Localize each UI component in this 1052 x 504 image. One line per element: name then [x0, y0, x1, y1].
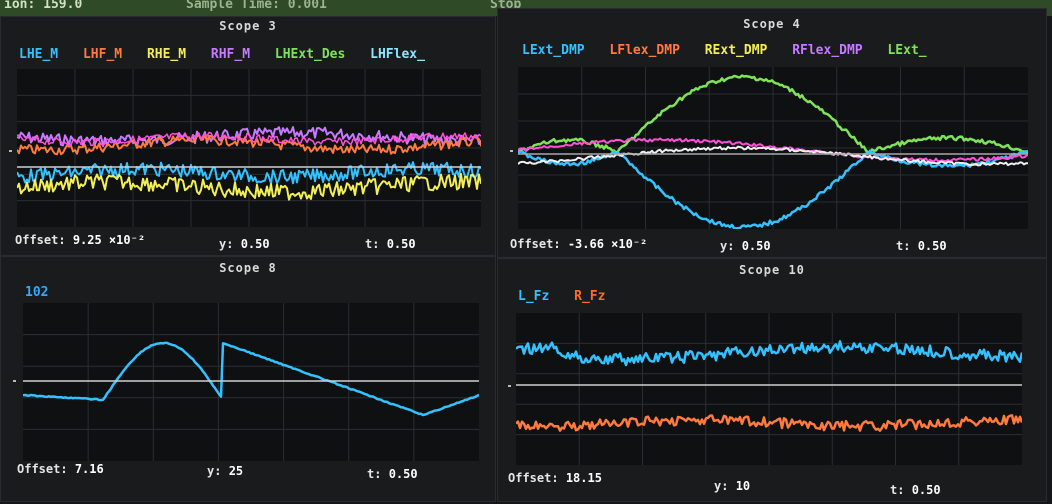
scope-legend: 102 [25, 285, 65, 300]
zero-marker [510, 150, 513, 152]
offset-value: 7.16 [74, 462, 104, 476]
scope-8-panel: Scope 8 102 Offset: 7.16 y: 25 t: 0.50 [0, 256, 496, 502]
scope-legend: L_Fz R_Fz [518, 289, 622, 304]
scope-plot-area[interactable] [17, 69, 481, 227]
y-value: 0.50 [741, 239, 771, 253]
legend-entry: L_Fz [518, 289, 550, 304]
scope-title: Scope 4 [743, 17, 801, 31]
legend-entry: LExt_ [887, 43, 927, 58]
y-readout: y: 10 [714, 479, 751, 493]
legend-entry: RExt_DMP [704, 43, 768, 58]
y-value: 10 [735, 479, 751, 493]
offset-value: 18.15 [565, 471, 602, 485]
t-readout: t: 0.50 [890, 483, 941, 497]
offset-value: 9.25 ×10⁻² [72, 233, 146, 247]
scope-title: Scope 10 [739, 263, 805, 277]
status-left-text: ion: 159.0 [4, 0, 83, 12]
y-readout: y: 0.50 [219, 237, 270, 251]
scope-4-panel: Scope 4 LExt_DMP LFlex_DMP RExt_DMP RFle… [497, 8, 1047, 258]
status-sample-time: Sample Time: 0.001 [186, 0, 327, 12]
y-readout: y: 0.50 [720, 239, 771, 253]
scope-plot-area[interactable] [518, 67, 1028, 229]
scope-10-panel: Scope 10 L_Fz R_Fz Offset: 18.15 y: 10 t… [497, 258, 1047, 502]
legend-entry: LHExt_Des [274, 47, 346, 62]
scope-title: Scope 8 [219, 261, 277, 275]
t-readout: t: 0.50 [365, 237, 416, 251]
scope-3-panel: Scope 3 LHE_M LHF_M RHE_M RHF_M LHExt_De… [0, 16, 496, 256]
t-value: 0.50 [386, 237, 416, 251]
legend-entry: LHE_M [19, 47, 59, 62]
offset-readout: Offset: -3.66 ×10⁻² [510, 237, 648, 251]
offset-readout: Offset: 18.15 [508, 471, 602, 485]
t-value: 0.50 [911, 483, 941, 497]
offset-readout: Offset: 7.16 [17, 462, 104, 476]
legend-entry: LExt_DMP [522, 43, 585, 58]
legend-entry: RFlex_DMP [792, 43, 863, 58]
scope-legend: LExt_DMP LFlex_DMP RExt_DMP RFlex_DMP LE… [522, 43, 944, 58]
legend-entry: RHE_M [146, 47, 187, 62]
offset-value: -3.66 ×10⁻² [567, 237, 648, 251]
legend-entry: RHF_M [210, 47, 251, 62]
zero-marker [13, 380, 16, 382]
scope-3-traces [17, 69, 481, 227]
y-value: 0.50 [240, 237, 270, 251]
legend-entry: LHF_M [82, 47, 123, 62]
legend-entry: LHFlex_ [370, 47, 425, 62]
scope-10-traces [516, 313, 1022, 465]
legend-entry: R_Fz [574, 289, 606, 304]
zero-marker [508, 385, 511, 387]
legend-entry: LFlex_DMP [609, 43, 680, 58]
legend-entry: 102 [25, 285, 49, 300]
t-readout: t: 0.50 [367, 467, 418, 481]
scope-title: Scope 3 [219, 19, 277, 33]
scope-legend: LHE_M LHF_M RHE_M RHF_M LHExt_Des LHFlex… [19, 47, 442, 62]
scope-plot-area[interactable] [516, 313, 1022, 465]
t-readout: t: 0.50 [896, 239, 947, 253]
scope-8-traces [23, 303, 479, 461]
scope-plot-area[interactable] [23, 303, 479, 461]
t-value: 0.50 [917, 239, 947, 253]
t-value: 0.50 [388, 467, 418, 481]
y-readout: y: 25 [207, 464, 244, 478]
zero-marker [9, 150, 12, 152]
y-value: 25 [228, 464, 244, 478]
trace-102 [23, 341, 479, 417]
scope-4-traces [518, 67, 1028, 229]
offset-readout: Offset: 9.25 ×10⁻² [15, 233, 146, 247]
